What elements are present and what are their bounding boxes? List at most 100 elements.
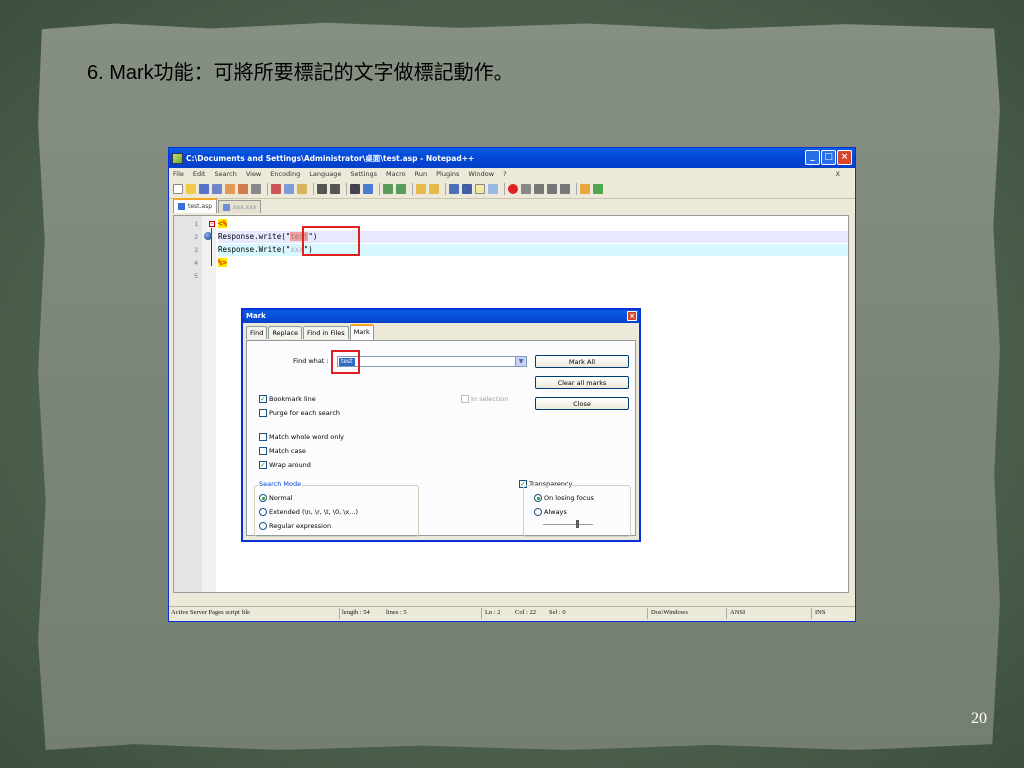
match-case-label: Match case xyxy=(269,447,306,455)
purge-checkbox[interactable] xyxy=(259,409,267,417)
minimize-button[interactable]: _ xyxy=(805,150,820,165)
dialog-close-button[interactable]: × xyxy=(627,311,637,321)
fold-collapse-icon[interactable]: − xyxy=(209,221,215,227)
paste-icon[interactable] xyxy=(297,184,307,194)
save-macro-icon[interactable] xyxy=(560,184,570,194)
on-losing-focus-radio[interactable] xyxy=(534,494,542,502)
bookmark-line-checkbox[interactable]: ✓ xyxy=(259,395,267,403)
document-icon xyxy=(223,203,231,211)
status-eol: Dos\Windows xyxy=(651,609,688,616)
statusbar: Active Server Pages script file length :… xyxy=(169,606,855,621)
dialog-tabs: Find Replace Find in Files Mark xyxy=(246,324,375,340)
find-icon[interactable] xyxy=(350,184,360,194)
cut-icon[interactable] xyxy=(271,184,281,194)
menu-view[interactable]: View xyxy=(246,170,261,178)
replace-icon[interactable] xyxy=(363,184,373,194)
status-col: Col : 22 xyxy=(515,609,536,616)
code-line-3: Response.Write("xxx") xyxy=(218,245,313,254)
dialog-title: Mark xyxy=(246,312,266,320)
maximize-button[interactable]: □ xyxy=(821,150,836,165)
tab-mark[interactable]: Mark xyxy=(349,324,374,340)
open-folder-icon[interactable] xyxy=(186,184,196,194)
mark-all-button[interactable]: Mark All xyxy=(535,355,629,368)
tab-second-file[interactable]: xxx.xxx xyxy=(218,200,262,213)
run-macro-multiple-icon[interactable] xyxy=(547,184,557,194)
menu-window[interactable]: Window xyxy=(468,170,494,178)
redo-icon[interactable] xyxy=(330,184,340,194)
wrap-around-checkbox[interactable]: ✓ xyxy=(259,461,267,469)
search-mode-extended-radio[interactable] xyxy=(259,508,267,516)
always-radio[interactable] xyxy=(534,508,542,516)
window-title: C:\Documents and Settings\Administrator\… xyxy=(186,153,475,163)
save-icon[interactable] xyxy=(199,184,209,194)
status-encoding: ANSI xyxy=(730,609,746,616)
plugin-icon[interactable] xyxy=(580,184,590,194)
menubar: File Edit Search View Encoding Language … xyxy=(169,168,855,180)
transparency-slider-track[interactable] xyxy=(543,524,593,525)
window-titlebar[interactable]: C:\Documents and Settings\Administrator\… xyxy=(169,148,855,168)
menu-search[interactable]: Search xyxy=(214,170,236,178)
play-macro-icon[interactable] xyxy=(534,184,544,194)
menu-plugins[interactable]: Plugins xyxy=(436,170,459,178)
search-mode-regex-radio[interactable] xyxy=(259,522,267,530)
close-document-button[interactable]: X xyxy=(836,170,840,178)
close-all-icon[interactable] xyxy=(238,184,248,194)
undo-icon[interactable] xyxy=(317,184,327,194)
tab-find[interactable]: Find xyxy=(246,326,268,339)
print-icon[interactable] xyxy=(251,184,261,194)
new-file-icon[interactable] xyxy=(173,184,183,194)
search-mode-normal-radio[interactable] xyxy=(259,494,267,502)
record-macro-icon[interactable] xyxy=(508,184,518,194)
on-losing-focus-label: On losing focus xyxy=(544,494,594,502)
match-case-checkbox[interactable] xyxy=(259,447,267,455)
line-number: 2 xyxy=(194,233,198,241)
show-all-chars-icon[interactable] xyxy=(462,184,472,194)
transparency-slider-thumb[interactable] xyxy=(576,520,579,528)
tab-label: xxx.xxx xyxy=(233,203,257,211)
line-number: 3 xyxy=(194,246,198,254)
always-label: Always xyxy=(544,508,567,516)
sync-horizontal-icon[interactable] xyxy=(429,184,439,194)
menu-file[interactable]: File xyxy=(173,170,184,178)
tab-test-asp[interactable]: test.asp xyxy=(173,198,218,213)
bookmark-line-label: Bookmark line xyxy=(269,395,316,403)
menu-language[interactable]: Language xyxy=(309,170,341,178)
code-line-4: %> xyxy=(218,258,228,267)
zoom-out-icon[interactable] xyxy=(396,184,406,194)
match-whole-word-checkbox[interactable] xyxy=(259,433,267,441)
sync-vertical-icon[interactable] xyxy=(416,184,426,194)
menu-help[interactable]: ? xyxy=(503,170,506,178)
menu-encoding[interactable]: Encoding xyxy=(270,170,300,178)
purge-label: Purge for each search xyxy=(269,409,341,417)
indent-guide-icon[interactable] xyxy=(475,184,485,194)
copy-icon[interactable] xyxy=(284,184,294,194)
stop-macro-icon[interactable] xyxy=(521,184,531,194)
menu-settings[interactable]: Settings xyxy=(350,170,377,178)
save-all-icon[interactable] xyxy=(212,184,222,194)
search-mode-title: Search Mode xyxy=(258,480,303,488)
tab-find-in-files[interactable]: Find in Files xyxy=(303,326,349,339)
in-selection-checkbox[interactable] xyxy=(461,395,469,403)
close-window-button[interactable]: × xyxy=(837,150,852,165)
close-button[interactable]: Close xyxy=(535,397,629,410)
word-wrap-icon[interactable] xyxy=(449,184,459,194)
dialog-titlebar[interactable]: Mark × xyxy=(243,310,639,323)
wrap-around-label: Wrap around xyxy=(269,461,311,469)
tab-replace[interactable]: Replace xyxy=(268,326,303,339)
clear-all-marks-button[interactable]: Clear all marks xyxy=(535,376,629,389)
status-sel: Sel : 0 xyxy=(549,609,566,616)
spell-check-icon[interactable] xyxy=(593,184,603,194)
status-filetype: Active Server Pages script file xyxy=(171,609,251,616)
status-length: length : 54 xyxy=(342,609,370,616)
menu-run[interactable]: Run xyxy=(415,170,427,178)
menu-macro[interactable]: Macro xyxy=(386,170,406,178)
menu-edit[interactable]: Edit xyxy=(193,170,206,178)
line-number: 4 xyxy=(194,259,198,267)
find-what-input[interactable]: test ▼ xyxy=(337,356,527,367)
close-file-icon[interactable] xyxy=(225,184,235,194)
chevron-down-icon[interactable]: ▼ xyxy=(515,357,526,366)
user-language-icon[interactable] xyxy=(488,184,498,194)
zoom-in-icon[interactable] xyxy=(383,184,393,194)
bookmark-icon[interactable] xyxy=(204,232,212,240)
document-icon xyxy=(178,203,185,210)
